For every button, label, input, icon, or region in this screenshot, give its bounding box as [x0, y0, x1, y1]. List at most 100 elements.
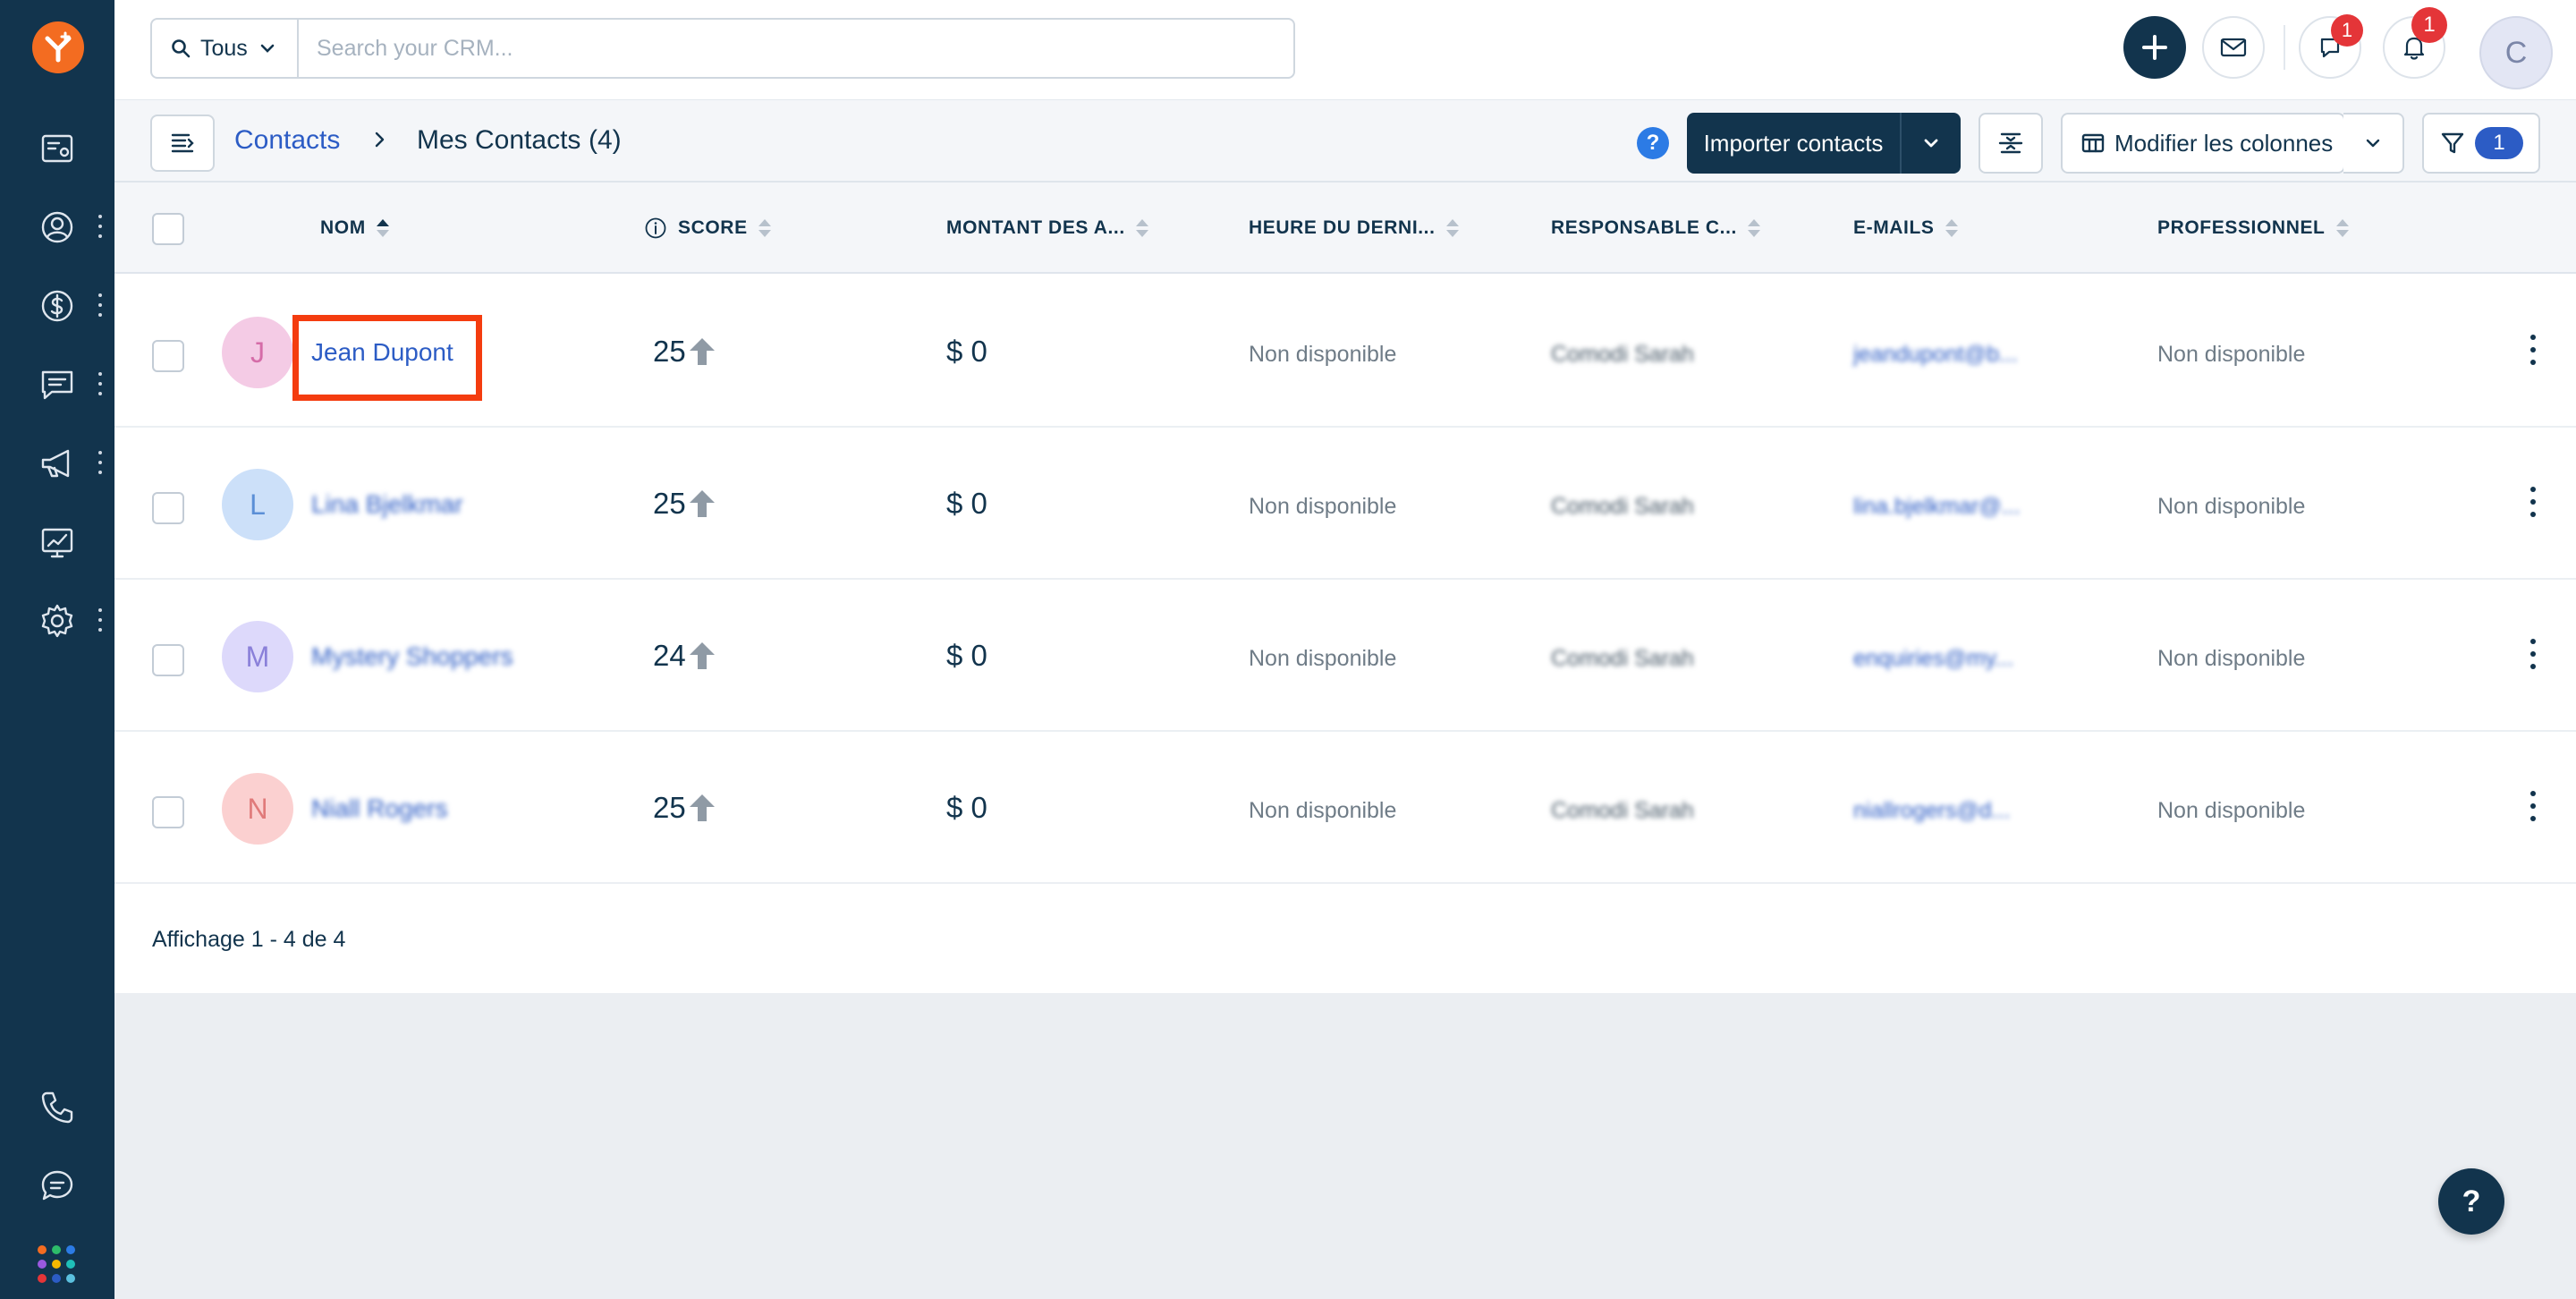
settings-icon[interactable] — [32, 596, 82, 646]
topbar-divider — [2284, 25, 2285, 70]
chat-icon[interactable] — [32, 1161, 82, 1211]
avatar: J — [222, 317, 293, 388]
dashboard-icon[interactable] — [32, 123, 82, 174]
deals-icon[interactable] — [32, 281, 82, 331]
score-value: 24 — [653, 639, 716, 673]
score-value: 25 — [653, 335, 716, 369]
contact-name-link[interactable]: Lina Bjelkmar — [311, 490, 463, 519]
column-header-amount[interactable]: MONTANT DES A... — [946, 183, 1148, 274]
campaigns-icon[interactable] — [32, 438, 82, 488]
select-all-checkbox[interactable] — [152, 213, 184, 245]
row-actions-icon[interactable] — [2529, 487, 2537, 517]
search-input[interactable] — [299, 20, 1293, 77]
toggle-views-button[interactable] — [150, 115, 215, 172]
import-dropdown-toggle[interactable] — [1902, 113, 1961, 174]
row-actions-icon[interactable] — [2529, 791, 2537, 821]
freshworks-logo[interactable] — [32, 21, 84, 73]
edit-columns-dropdown[interactable] — [2343, 113, 2404, 174]
chat-notifications-button[interactable]: 1 — [2299, 14, 2363, 79]
help-fab-button[interactable]: ? — [2438, 1168, 2504, 1235]
sort-icon — [1747, 219, 1760, 237]
chevron-down-icon — [2366, 139, 2380, 148]
arrow-up-icon — [689, 642, 715, 669]
help-icon[interactable]: ? — [1637, 127, 1669, 159]
breadcrumb-contacts[interactable]: Contacts — [234, 125, 340, 156]
search-icon — [172, 39, 191, 58]
phone-icon[interactable] — [32, 1082, 82, 1133]
owner-name: Comodi Sarah — [1551, 798, 1694, 823]
email-link[interactable]: lina.bjelkmar@... — [1853, 494, 2021, 520]
row-density-button[interactable] — [1979, 113, 2043, 174]
column-header-owner[interactable]: RESPONSABLE C... — [1551, 183, 1760, 274]
deal-amount: $ 0 — [946, 487, 987, 520]
email-link[interactable]: enquiries@my... — [1853, 646, 2013, 672]
last-activity-time: Non disponible — [1249, 494, 1397, 519]
email-link[interactable]: niallrogers@d... — [1853, 798, 2010, 824]
table-row[interactable]: N Niall Rogers 25 $ 0 Non disponible Com… — [114, 732, 2576, 884]
row-checkbox[interactable] — [152, 340, 184, 372]
chevron-down-icon — [1924, 139, 1938, 148]
row-checkbox[interactable] — [152, 492, 184, 524]
filter-count-badge: 1 — [2475, 127, 2523, 159]
table-row[interactable]: J Jean Dupont 25 $ 0 Non disponible Como… — [114, 276, 2576, 428]
plus-icon — [2142, 35, 2167, 60]
score-value: 25 — [653, 791, 716, 825]
table-row[interactable]: M Mystery Shoppers 24 $ 0 Non disponible… — [114, 580, 2576, 732]
filter-button[interactable]: 1 — [2422, 113, 2540, 174]
email-button[interactable] — [2202, 16, 2265, 79]
highlight-box — [292, 315, 482, 401]
quick-add-button[interactable] — [2123, 16, 2186, 79]
column-header-emails[interactable]: E-MAILS — [1853, 183, 1958, 274]
row-actions-icon[interactable] — [2529, 335, 2537, 365]
campaigns-more-icon[interactable] — [97, 451, 104, 474]
column-header-professional[interactable]: PROFESSIONNEL — [2157, 183, 2349, 274]
import-contacts-button[interactable]: Importer contacts — [1687, 113, 1961, 174]
row-checkbox[interactable] — [152, 796, 184, 828]
global-search: Tous — [150, 18, 1295, 79]
settings-more-icon[interactable] — [97, 608, 104, 632]
column-header-last-time[interactable]: HEURE DU DERNI... — [1249, 183, 1459, 274]
avatar: N — [222, 773, 293, 845]
professional-value: Non disponible — [2157, 494, 2306, 519]
row-actions-icon[interactable] — [2529, 639, 2537, 669]
sort-icon — [1135, 219, 1148, 237]
contact-name-link[interactable]: Mystery Shoppers — [311, 642, 513, 671]
page-title: Mes Contacts — [417, 125, 581, 155]
mail-icon — [2220, 38, 2247, 57]
email-link[interactable]: jeandupont@b... — [1853, 342, 2018, 368]
list-header: Contacts Mes Contacts (4) ? Importer con… — [114, 100, 2576, 183]
import-contacts-label[interactable]: Importer contacts — [1687, 113, 1902, 174]
column-header-score[interactable]: SCORE — [644, 183, 771, 274]
contacts-table: NOM SCORE MONTANT DES A... HEURE DU DERN… — [114, 183, 2576, 993]
conversations-more-icon[interactable] — [97, 372, 104, 395]
contact-name-link[interactable]: Niall Rogers — [311, 794, 448, 823]
deals-more-icon[interactable] — [97, 293, 104, 317]
arrow-up-icon — [689, 338, 715, 365]
chevron-right-icon — [369, 129, 390, 150]
sort-icon — [376, 219, 389, 237]
column-header-name[interactable]: NOM — [320, 183, 389, 274]
user-avatar[interactable]: C — [2479, 16, 2553, 89]
last-activity-time: Non disponible — [1249, 798, 1397, 823]
sort-icon — [1945, 219, 1958, 237]
table-row[interactable]: L Lina Bjelkmar 25 $ 0 Non disponible Co… — [114, 428, 2576, 580]
apps-grid-icon[interactable] — [38, 1245, 75, 1283]
notifications-button[interactable]: 1 — [2383, 7, 2447, 79]
owner-name: Comodi Sarah — [1551, 646, 1694, 671]
avatar: M — [222, 621, 293, 692]
conversations-icon[interactable] — [32, 360, 82, 410]
arrow-up-icon — [689, 794, 715, 821]
pagination-summary: Affichage 1 - 4 de 4 — [152, 927, 346, 952]
columns-icon — [2081, 133, 2105, 153]
last-activity-time: Non disponible — [1249, 646, 1397, 671]
search-scope-dropdown[interactable]: Tous — [152, 20, 299, 77]
search-scope-label: Tous — [200, 35, 248, 61]
sidebar — [0, 0, 114, 1299]
analytics-icon[interactable] — [32, 517, 82, 567]
arrow-up-icon — [689, 490, 715, 517]
contacts-more-icon[interactable] — [97, 215, 104, 238]
edit-columns-button[interactable]: Modifier les colonnes — [2061, 113, 2345, 174]
top-bar: Tous 1 1 C — [114, 0, 2576, 100]
contacts-icon[interactable] — [32, 202, 82, 252]
row-checkbox[interactable] — [152, 644, 184, 676]
